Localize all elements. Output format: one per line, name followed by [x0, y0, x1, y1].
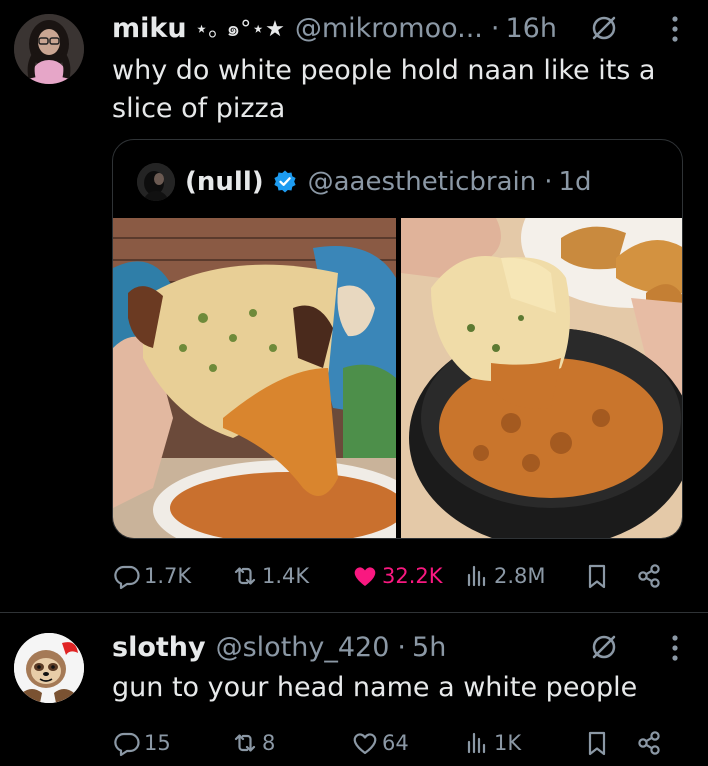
views-button[interactable]: 1K	[462, 728, 521, 758]
action-bar: 15 8 64 1K	[112, 723, 678, 763]
name-decoration: ⋆｡ ๑°⋆★	[194, 16, 285, 42]
action-bar: 1.7K 1.4K 32.2K 2.8M	[112, 556, 678, 596]
quote-handle[interactable]: @aaestheticbrain	[308, 167, 537, 197]
repost-icon	[234, 734, 256, 752]
views-count: 1K	[494, 731, 522, 755]
views-icon	[467, 565, 486, 587]
like-button[interactable]: 32.2K	[350, 561, 443, 591]
share-icon[interactable]	[634, 728, 664, 758]
timestamp[interactable]: 16h	[505, 13, 556, 44]
display-name[interactable]: slothy	[112, 632, 206, 663]
separator-dot: ·	[490, 12, 500, 44]
repost-count: 1.4K	[262, 564, 310, 588]
naan-photo-right[interactable]	[401, 218, 682, 538]
grok-icon[interactable]	[590, 14, 618, 42]
naan-photo-left[interactable]	[113, 218, 396, 538]
views-count: 2.8M	[494, 564, 546, 588]
grok-icon[interactable]	[590, 633, 618, 661]
quote-avatar[interactable]	[137, 163, 175, 201]
like-button[interactable]: 64	[350, 728, 409, 758]
quote-timestamp[interactable]: 1d	[559, 167, 592, 197]
tweet-text: why do white people hold naan like its a…	[112, 55, 656, 124]
tweet-header: miku ⋆｡ ๑°⋆★ @mikromoo... · 16h	[112, 8, 688, 48]
avatar-slothy[interactable]	[14, 633, 84, 703]
quote-header: (null) @aaestheticbrain · 1d	[137, 162, 592, 202]
bookmark-icon[interactable]	[582, 728, 612, 758]
reply-icon	[114, 732, 140, 757]
like-icon	[354, 567, 376, 586]
like-count: 32.2K	[382, 564, 443, 588]
reply-count: 1.7K	[144, 564, 192, 588]
bookmark-icon[interactable]	[582, 561, 612, 591]
reply-button[interactable]: 15	[112, 728, 171, 758]
tweet-miku[interactable]: miku ⋆｡ ๑°⋆★ @mikromoo... · 16h why do w…	[0, 0, 708, 612]
reply-count: 15	[144, 731, 171, 755]
verified-badge	[274, 170, 296, 193]
separator-dot: ·	[397, 631, 407, 663]
share-icon[interactable]	[634, 561, 664, 591]
tweet-text: gun to your head name a white people	[112, 672, 638, 703]
display-name[interactable]: miku	[112, 13, 187, 44]
views-icon	[467, 732, 486, 754]
more-icon[interactable]	[662, 631, 688, 665]
separator-dot: ·	[544, 167, 553, 197]
tweet-header: slothy @slothy_420 · 5h	[112, 627, 688, 667]
repost-button[interactable]: 1.4K	[230, 561, 309, 591]
more-icon[interactable]	[662, 12, 688, 46]
quote-display-name[interactable]: (null)	[185, 167, 264, 197]
repost-icon	[234, 567, 256, 585]
like-icon	[353, 733, 377, 755]
repost-button[interactable]: 8	[230, 728, 275, 758]
quoted-tweet[interactable]: (null) @aaestheticbrain · 1d	[112, 139, 683, 539]
avatar-miku[interactable]	[14, 14, 84, 84]
like-count: 64	[382, 731, 409, 755]
repost-count: 8	[262, 731, 276, 755]
quote-media	[113, 218, 682, 538]
reply-button[interactable]: 1.7K	[112, 561, 191, 591]
handle[interactable]: @slothy_420	[216, 632, 390, 663]
reply-icon	[114, 565, 140, 590]
handle[interactable]: @mikromoo...	[295, 13, 483, 44]
tweet-slothy[interactable]: slothy @slothy_420 · 5h gun to your head…	[0, 612, 708, 766]
views-button[interactable]: 2.8M	[462, 561, 546, 591]
timestamp[interactable]: 5h	[412, 632, 446, 663]
